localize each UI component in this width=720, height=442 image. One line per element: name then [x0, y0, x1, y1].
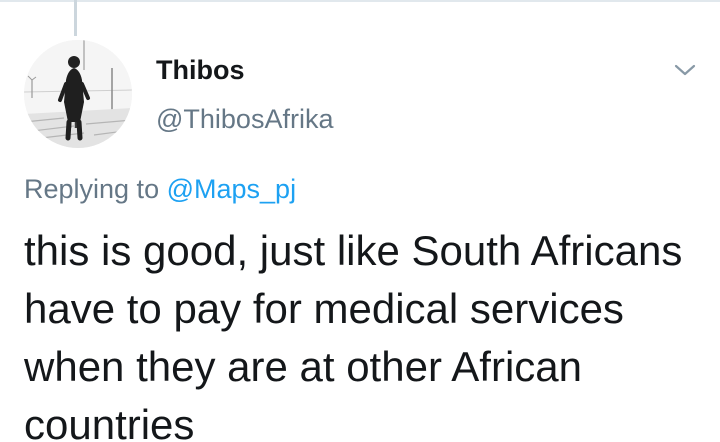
- tweet-text: this is good, just like South Africans h…: [24, 227, 683, 442]
- top-divider: [0, 0, 720, 2]
- reply-mention-link[interactable]: @Maps_pj: [167, 174, 296, 204]
- tweet-menu-button[interactable]: [669, 54, 701, 86]
- avatar-photo: [24, 40, 132, 148]
- reply-prefix: Replying to: [24, 174, 160, 204]
- author-handle[interactable]: @ThibosAfrika: [156, 104, 333, 135]
- reply-context: Replying to @Maps_pj: [24, 174, 296, 205]
- chevron-down-icon: [674, 64, 696, 76]
- author-display-name[interactable]: Thibos: [156, 55, 245, 86]
- thread-connector-line: [74, 0, 77, 36]
- avatar[interactable]: [24, 40, 132, 148]
